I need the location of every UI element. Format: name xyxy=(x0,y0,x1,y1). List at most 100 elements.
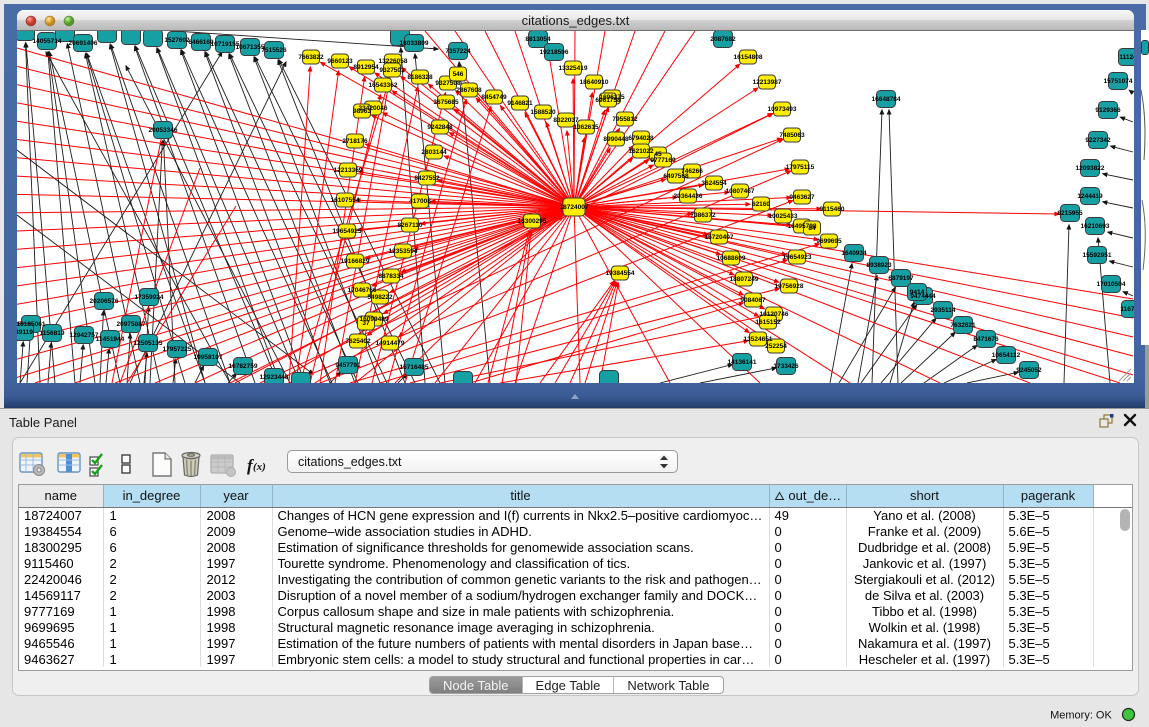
svg-text:7632621: 7632621 xyxy=(950,322,976,329)
svg-text:16033809: 16033809 xyxy=(400,40,429,47)
svg-text:7485063: 7485063 xyxy=(779,132,805,139)
svg-text:18185061: 18185061 xyxy=(17,321,46,328)
svg-text:7357224: 7357224 xyxy=(445,48,471,55)
svg-text:12213987: 12213987 xyxy=(753,79,782,86)
svg-text:13226058: 13226058 xyxy=(379,58,408,65)
svg-text:39119: 39119 xyxy=(17,329,33,336)
svg-text:12923448: 12923448 xyxy=(260,374,289,381)
svg-text:14914479: 14914479 xyxy=(376,340,405,347)
svg-text:8471676: 8471676 xyxy=(973,336,999,343)
svg-text:16782759: 16782759 xyxy=(229,363,258,370)
svg-text:7515526: 7515526 xyxy=(261,47,287,54)
svg-text:12213369: 12213369 xyxy=(334,167,363,174)
svg-text:5498222: 5498222 xyxy=(367,294,393,301)
svg-text:84: 84 xyxy=(808,225,816,232)
svg-text:9146821: 9146821 xyxy=(507,100,533,107)
svg-text:20975887: 20975887 xyxy=(117,321,146,328)
svg-text:13325419: 13325419 xyxy=(559,65,588,72)
svg-text:8186328: 8186328 xyxy=(407,74,433,81)
svg-text:3675685: 3675685 xyxy=(433,99,459,106)
svg-text:116753: 116753 xyxy=(1120,306,1134,313)
svg-text:16154808: 16154808 xyxy=(734,54,763,61)
svg-text:11124: 11124 xyxy=(1119,54,1134,61)
svg-text:8215955: 8215955 xyxy=(1057,210,1083,217)
svg-text:16648784: 16648784 xyxy=(872,96,901,103)
svg-text:12093822: 12093822 xyxy=(1076,165,1105,172)
svg-text:1640934: 1640934 xyxy=(841,250,867,257)
svg-text:15716485: 15716485 xyxy=(400,364,429,371)
svg-text:546: 546 xyxy=(453,71,464,78)
svg-text:18640910: 18640910 xyxy=(580,79,609,86)
svg-text:8813054: 8813054 xyxy=(525,36,551,43)
svg-text:20053346: 20053346 xyxy=(149,127,178,134)
svg-text:1588520: 1588520 xyxy=(530,109,556,116)
svg-text:20364436: 20364436 xyxy=(674,193,703,200)
svg-text:19654923: 19654923 xyxy=(783,254,812,261)
svg-text:(x): (x) xyxy=(253,461,266,473)
svg-text:7955812: 7955812 xyxy=(612,116,638,123)
svg-text:19218506: 19218506 xyxy=(540,49,569,56)
svg-text:13524651: 13524651 xyxy=(744,336,773,343)
svg-text:9084067: 9084067 xyxy=(740,297,766,304)
svg-text:17957225: 17957225 xyxy=(163,346,192,353)
svg-text:1362615: 1362615 xyxy=(573,124,599,131)
svg-text:2087682: 2087682 xyxy=(710,36,736,43)
svg-text:19958107: 19958107 xyxy=(194,354,223,361)
svg-text:12505135: 12505135 xyxy=(134,340,163,347)
svg-text:37: 37 xyxy=(362,320,370,327)
svg-text:16543362: 16543362 xyxy=(369,82,398,89)
svg-text:8912954: 8912954 xyxy=(353,64,379,71)
svg-text:8454749: 8454749 xyxy=(481,94,507,101)
svg-text:12353594: 12353594 xyxy=(389,248,418,255)
svg-text:17046766: 17046766 xyxy=(348,287,377,294)
svg-text:15592951: 15592951 xyxy=(1083,252,1112,259)
svg-text:15751074: 15751074 xyxy=(1104,78,1133,85)
svg-text:1156819: 1156819 xyxy=(40,330,65,337)
svg-text:11451944: 11451944 xyxy=(96,336,125,343)
svg-text:10807467: 10807467 xyxy=(726,188,755,195)
svg-text:17010504: 17010504 xyxy=(1097,281,1126,288)
svg-text:12942757: 12942757 xyxy=(70,332,99,339)
svg-text:20206576: 20206576 xyxy=(90,298,119,305)
svg-text:62160: 62160 xyxy=(752,201,770,208)
svg-text:9414: 9414 xyxy=(910,289,925,296)
svg-text:2718176: 2718176 xyxy=(342,138,368,145)
svg-text:9115460: 9115460 xyxy=(820,206,845,213)
svg-text:252254: 252254 xyxy=(765,343,787,350)
svg-text:7663822: 7663822 xyxy=(298,54,324,61)
svg-text:98963: 98963 xyxy=(353,108,371,115)
svg-text:746266: 746266 xyxy=(681,168,703,175)
svg-text:2803144: 2803144 xyxy=(421,149,447,156)
svg-text:9327503: 9327503 xyxy=(379,67,405,74)
svg-text:16107554: 16107554 xyxy=(331,197,360,204)
svg-text:7386372: 7386372 xyxy=(690,212,716,219)
svg-text:8990448: 8990448 xyxy=(603,136,629,143)
svg-text:17975115: 17975115 xyxy=(786,164,815,171)
svg-text:417008: 417008 xyxy=(409,198,431,205)
svg-text:9242848: 9242848 xyxy=(427,124,453,131)
svg-text:2867608: 2867608 xyxy=(456,87,482,94)
svg-text:1621022: 1621022 xyxy=(628,148,654,155)
svg-text:9327508: 9327508 xyxy=(435,80,461,87)
svg-text:2935114: 2935114 xyxy=(931,307,956,314)
svg-text:16210693: 16210693 xyxy=(1081,223,1110,230)
svg-text:8878334: 8878334 xyxy=(378,273,404,280)
svg-text:7625402: 7625402 xyxy=(345,338,371,345)
svg-text:3624554: 3624554 xyxy=(701,180,727,187)
svg-text:10025433: 10025433 xyxy=(769,213,798,220)
svg-text:9227342: 9227342 xyxy=(1085,137,1111,144)
svg-text:9129366: 9129366 xyxy=(1095,107,1121,114)
svg-text:1615152: 1615152 xyxy=(755,319,781,326)
svg-text:9777169: 9777169 xyxy=(650,157,676,164)
svg-text:6794028: 6794028 xyxy=(628,135,654,142)
svg-text:14136141: 14136141 xyxy=(728,359,757,366)
svg-text:8267110: 8267110 xyxy=(398,222,423,229)
svg-text:10654112: 10654112 xyxy=(992,352,1021,359)
svg-text:16120746: 16120746 xyxy=(760,311,789,318)
svg-text:8322037: 8322037 xyxy=(553,117,579,124)
svg-text:1244419: 1244419 xyxy=(1077,193,1103,200)
svg-text:1527602: 1527602 xyxy=(164,37,190,44)
svg-text:9463627: 9463627 xyxy=(789,194,815,201)
svg-text:6961758: 6961758 xyxy=(595,97,621,104)
svg-text:8427552: 8427552 xyxy=(414,175,440,182)
